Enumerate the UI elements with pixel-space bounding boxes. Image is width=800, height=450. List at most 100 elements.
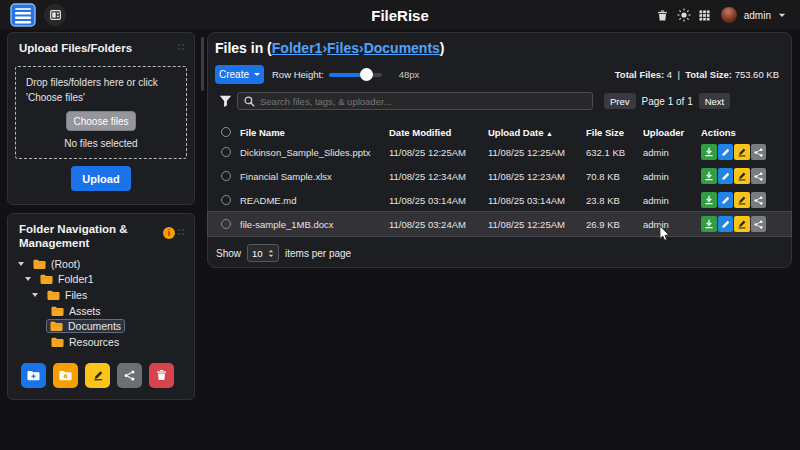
download-button[interactable] [701, 192, 717, 208]
drag-handle-icon[interactable] [178, 229, 185, 236]
row-height-label: Row Height: [272, 69, 324, 80]
share-folder-button[interactable] [117, 363, 142, 388]
select-all-checkbox[interactable] [221, 127, 231, 137]
breadcrumb-files[interactable]: Files [327, 40, 359, 56]
uploader: admin [643, 219, 701, 230]
page-info: Page 1 of 1 [642, 96, 693, 107]
uploader: admin [643, 171, 701, 182]
info-icon[interactable]: i [163, 227, 175, 239]
share-button[interactable] [751, 144, 767, 160]
file-name[interactable]: Financial Sample.xlsx [240, 171, 389, 182]
file-size: 70.8 KB [586, 171, 643, 182]
file-name[interactable]: file-sample_1MB.docx [240, 219, 389, 230]
search-box[interactable] [237, 92, 593, 110]
user-menu-caret-icon[interactable] [778, 13, 786, 18]
date-modified: 11/08/25 03:14AM [389, 195, 488, 206]
edit-button[interactable] [718, 192, 734, 208]
items-per-page-label: items per page [285, 248, 351, 259]
tree-item-folder1[interactable]: Folder1 [8, 272, 194, 288]
file-name[interactable]: Dickinson_Sample_Slides.pptx [240, 147, 389, 158]
delete-folder-button[interactable] [149, 363, 174, 388]
col-uploader[interactable]: Uploader [643, 127, 701, 138]
tree-item-root[interactable]: (Root) [8, 256, 194, 272]
row-checkbox[interactable] [221, 147, 231, 157]
file-toolbar: Create Row Height: 48px Total Files: 4 |… [215, 65, 779, 84]
per-page-select[interactable]: 10 [247, 244, 279, 262]
tree-item-resources[interactable]: Resources [8, 334, 194, 350]
upload-button[interactable]: Upload [71, 166, 131, 191]
slider-thumb[interactable] [360, 68, 373, 81]
scrollbar-thumb[interactable] [201, 37, 204, 91]
choose-files-button[interactable]: Choose files [66, 111, 136, 131]
search-input[interactable] [260, 96, 586, 107]
rename-button[interactable] [734, 216, 750, 232]
user-avatar[interactable] [721, 7, 737, 23]
file-name[interactable]: README.md [240, 195, 389, 206]
folder-action-buttons [21, 363, 194, 388]
file-row[interactable]: Dickinson_Sample_Slides.pptx 11/08/25 12… [208, 140, 791, 164]
caret-down-icon[interactable] [25, 277, 31, 281]
share-button[interactable] [751, 216, 767, 232]
theme-toggle-icon[interactable] [677, 8, 691, 22]
file-row[interactable]: Financial Sample.xlsx 11/08/25 12:34AM 1… [208, 164, 791, 188]
drag-handle-icon[interactable] [178, 44, 185, 51]
caret-down-icon[interactable] [32, 293, 38, 297]
create-folder-button[interactable] [21, 363, 46, 388]
rename-folder-button[interactable] [85, 363, 110, 388]
upload-date: 11/08/25 12:23AM [488, 171, 586, 182]
uploader: admin [643, 195, 701, 206]
download-button[interactable] [701, 216, 717, 232]
move-folder-button[interactable] [53, 363, 78, 388]
upload-date: 11/08/25 12:25AM [488, 147, 586, 158]
upload-card-title: Upload Files/Folders [8, 33, 194, 55]
download-button[interactable] [701, 168, 717, 184]
rename-button[interactable] [734, 192, 750, 208]
folder-navigation-card: Folder Navigation & Management i (Root) … [7, 213, 195, 400]
totals-text: Total Files: 4 | Total Size: 753.60 KB [615, 69, 779, 80]
row-height-slider[interactable] [329, 68, 382, 81]
user-name[interactable]: admin [744, 10, 771, 21]
upload-dropzone[interactable]: Drop files/folders here or click 'Choose… [15, 66, 187, 159]
filter-icon[interactable] [219, 95, 232, 107]
folder-icon [50, 321, 63, 331]
rename-button[interactable] [734, 168, 750, 184]
trash-icon[interactable] [657, 9, 668, 22]
upload-card: Upload Files/Folders Drop files/folders … [7, 32, 195, 205]
col-file-size[interactable]: File Size [586, 127, 643, 138]
share-button[interactable] [751, 168, 767, 184]
tree-item-files[interactable]: Files [8, 287, 194, 303]
rename-button[interactable] [734, 144, 750, 160]
file-row[interactable]: README.md 11/08/25 03:14AM 11/08/25 03:1… [208, 188, 791, 212]
create-button[interactable]: Create [215, 65, 264, 84]
next-page-button[interactable]: Next [699, 93, 731, 109]
folder-icon [51, 306, 64, 316]
row-checkbox[interactable] [221, 195, 231, 205]
prev-page-button[interactable]: Prev [604, 93, 636, 109]
folder-icon [51, 337, 64, 347]
tree-item-documents[interactable]: Documents [8, 318, 194, 334]
col-file-name[interactable]: File Name [240, 127, 389, 138]
grid-view-icon[interactable] [699, 10, 710, 21]
edit-button[interactable] [718, 144, 734, 160]
file-row-selected[interactable]: file-sample_1MB.docx 11/08/25 03:24AM 11… [208, 212, 791, 236]
edit-button[interactable] [718, 216, 734, 232]
col-date-modified[interactable]: Date Modified [389, 127, 488, 138]
dropzone-text: Drop files/folders here or click 'Choose… [16, 75, 186, 105]
col-upload-date[interactable]: Upload Date ▲ [488, 127, 586, 138]
select-arrows-icon [268, 249, 274, 258]
share-button[interactable] [751, 192, 767, 208]
folder-card-title: Folder Navigation & Management i [8, 214, 194, 250]
date-modified: 11/08/25 12:34AM [389, 171, 488, 182]
folder-icon [47, 290, 60, 300]
row-checkbox[interactable] [221, 219, 231, 229]
tree-item-assets[interactable]: Assets [8, 303, 194, 319]
col-actions: Actions [701, 127, 779, 138]
download-button[interactable] [701, 144, 717, 160]
breadcrumb-documents[interactable]: Documents [364, 40, 440, 56]
app: FileRise [0, 0, 800, 450]
edit-button[interactable] [718, 168, 734, 184]
caret-down-icon[interactable] [18, 262, 24, 266]
top-bar: FileRise [0, 0, 800, 30]
row-checkbox[interactable] [221, 171, 231, 181]
breadcrumb-folder1[interactable]: Folder1 [272, 40, 323, 56]
